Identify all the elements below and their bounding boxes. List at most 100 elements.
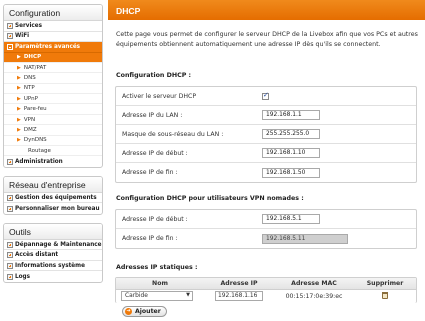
submenu-upnp[interactable]: ▶ UPnP (4, 94, 102, 105)
menu-services[interactable]: Services (4, 21, 102, 32)
vpn-start-ip-input[interactable]: 192.168.5.1 (262, 214, 320, 224)
col-delete: Supprimer (354, 278, 416, 290)
col-mac: Adresse MAC (274, 278, 354, 290)
dhcp-section-title: Configuration DHCP : (116, 72, 192, 79)
menu-label: Dépannage & Maintenance (15, 241, 102, 248)
submenu-nat-pat[interactable]: ▶ NAT/PAT (4, 63, 102, 74)
arrow-right-icon: ▶ (17, 54, 21, 61)
page-title: DHCP (108, 0, 425, 20)
expand-icon (7, 205, 13, 212)
submenu-label: Pare-feu (23, 106, 47, 113)
configuration-menu: Configuration Services WiFi Paramètres a… (3, 4, 103, 168)
vpn-start-ip-row: Adresse IP de début : 192.168.5.1 (116, 210, 416, 229)
submenu-label: Routage (28, 147, 51, 154)
table-header: Nom Adresse IP Adresse MAC Supprimer (116, 278, 416, 290)
submenu-dns[interactable]: ▶ DNS (4, 73, 102, 84)
submenu-dhcp[interactable]: ▶ DHCP (4, 52, 102, 63)
col-name: Nom (116, 278, 204, 290)
enterprise-title: Réseau d'entreprise (4, 176, 102, 193)
table-row: Carbide ▼ 192.168.1.16 00:15:17:0e:39:ec (116, 289, 416, 303)
end-ip-input[interactable]: 192.168.1.50 (262, 167, 320, 178)
end-ip-row: Adresse IP de fin : 192.168.1.50 (116, 163, 416, 182)
vpn-start-ip-label: Adresse IP de début : (122, 215, 188, 223)
expand-icon (7, 252, 13, 259)
mac-cell: 00:15:17:0e:39:ec (285, 292, 343, 300)
submenu-label: DMZ (23, 126, 37, 133)
menu-label: Paramètres avancés (15, 43, 81, 50)
menu-wifi[interactable]: WiFi (4, 32, 102, 42)
submenu-routing[interactable]: Routage (4, 146, 102, 157)
col-ip: Adresse IP (204, 278, 274, 290)
chevron-down-icon: ▼ (186, 292, 190, 299)
tools-title: Outils (4, 223, 102, 240)
sidebar: Configuration Services WiFi Paramètres a… (0, 0, 106, 321)
vpn-section-title: Configuration DHCP pour utilisateurs VPN… (116, 195, 304, 202)
arrow-right-icon: ▶ (17, 95, 21, 102)
expand-icon (7, 22, 13, 29)
arrow-right-icon: ▶ (17, 137, 21, 144)
submenu-label: DNS (23, 74, 36, 81)
static-ip-table: Nom Adresse IP Adresse MAC Supprimer Car… (116, 278, 416, 303)
submenu-label: UPnP (23, 95, 38, 102)
subnet-mask-input[interactable]: 255.255.255.0 (262, 129, 320, 139)
lan-ip-row: Adresse IP du LAN : 192.168.1.1 (116, 106, 416, 125)
menu-system-info[interactable]: Informations système (4, 261, 102, 272)
vpn-panel: Adresse IP de début : 192.168.5.1 Adress… (115, 209, 417, 249)
menu-troubleshooting[interactable]: Dépannage & Maintenance (4, 240, 102, 251)
arrow-right-icon: ▶ (17, 74, 21, 81)
subnet-mask-label: Masque de sous-réseau du LAN : (122, 130, 224, 138)
enable-dhcp-checkbox[interactable] (262, 91, 269, 100)
static-ip-input[interactable]: 192.168.1.16 (215, 291, 263, 302)
submenu-vpn[interactable]: ▶ VPN (4, 115, 102, 126)
expand-icon (7, 158, 13, 165)
trash-icon[interactable] (382, 291, 388, 299)
menu-advanced-settings[interactable]: Paramètres avancés (4, 42, 102, 53)
lan-ip-label: Adresse IP du LAN : (122, 111, 183, 119)
name-value: Carbide (125, 293, 148, 300)
arrow-right-icon: ▶ (17, 126, 21, 133)
menu-label: Accès distant (15, 252, 59, 259)
add-button[interactable]: ➜ Ajouter (122, 306, 167, 317)
enable-dhcp-row: Activer le serveur DHCP (116, 87, 416, 106)
menu-label: Administration (15, 158, 63, 165)
static-ip-panel: Nom Adresse IP Adresse MAC Supprimer Car… (115, 277, 417, 303)
start-ip-row: Adresse IP de début : 192.168.1.10 (116, 144, 416, 163)
subnet-mask-row: Masque de sous-réseau du LAN : 255.255.2… (116, 125, 416, 144)
dhcp-panel: Activer le serveur DHCP Adresse IP du LA… (115, 86, 417, 183)
menu-administration[interactable]: Administration (4, 156, 102, 167)
menu-remote-access[interactable]: Accès distant (4, 250, 102, 261)
add-button-label: Ajouter (135, 308, 161, 315)
menu-label: WiFi (15, 33, 30, 40)
name-select[interactable]: Carbide ▼ (121, 291, 193, 302)
lan-ip-input[interactable]: 192.168.1.1 (262, 110, 320, 120)
submenu-label: VPN (23, 116, 36, 123)
static-ip-section-title: Adresses IP statiques : (116, 264, 198, 271)
menu-label: Services (15, 22, 43, 29)
menu-device-management[interactable]: Gestion des équipements (4, 193, 102, 204)
enterprise-menu: Réseau d'entreprise Gestion des équipeme… (3, 175, 103, 215)
submenu-dmz[interactable]: ▶ DMZ (4, 125, 102, 136)
expand-icon (7, 273, 13, 280)
arrow-right-icon: ▶ (17, 85, 21, 92)
arrow-right-icon: ▶ (17, 116, 21, 123)
submenu-dyndns[interactable]: ▶ DynDNS (4, 136, 102, 147)
expand-icon (7, 241, 13, 248)
enable-dhcp-label: Activer le serveur DHCP (122, 92, 197, 100)
arrow-right-icon: ▶ (17, 106, 21, 113)
ip-cell: 192.168.1.16 (204, 289, 274, 303)
name-cell: Carbide ▼ (116, 289, 204, 303)
submenu-firewall[interactable]: ▶ Pare-feu (4, 104, 102, 115)
vpn-end-ip-row: Adresse IP de fin : 192.168.5.11 (116, 229, 416, 248)
arrow-right-icon: ▶ (17, 64, 21, 71)
submenu-ntp[interactable]: ▶ NTP (4, 84, 102, 95)
start-ip-input[interactable]: 192.168.1.10 (262, 148, 320, 158)
menu-label: Gestion des équipements (15, 194, 97, 201)
submenu-label: NAT/PAT (23, 64, 47, 71)
menu-logs[interactable]: Logs (4, 271, 102, 282)
submenu-label: DHCP (23, 54, 42, 61)
configuration-title: Configuration (4, 5, 102, 21)
menu-customize-desktop[interactable]: Personnaliser mon bureau (4, 203, 102, 214)
end-ip-label: Adresse IP de fin : (122, 169, 178, 176)
arrow-right-icon: ➜ (125, 308, 132, 315)
submenu-label: DynDNS (23, 137, 47, 144)
